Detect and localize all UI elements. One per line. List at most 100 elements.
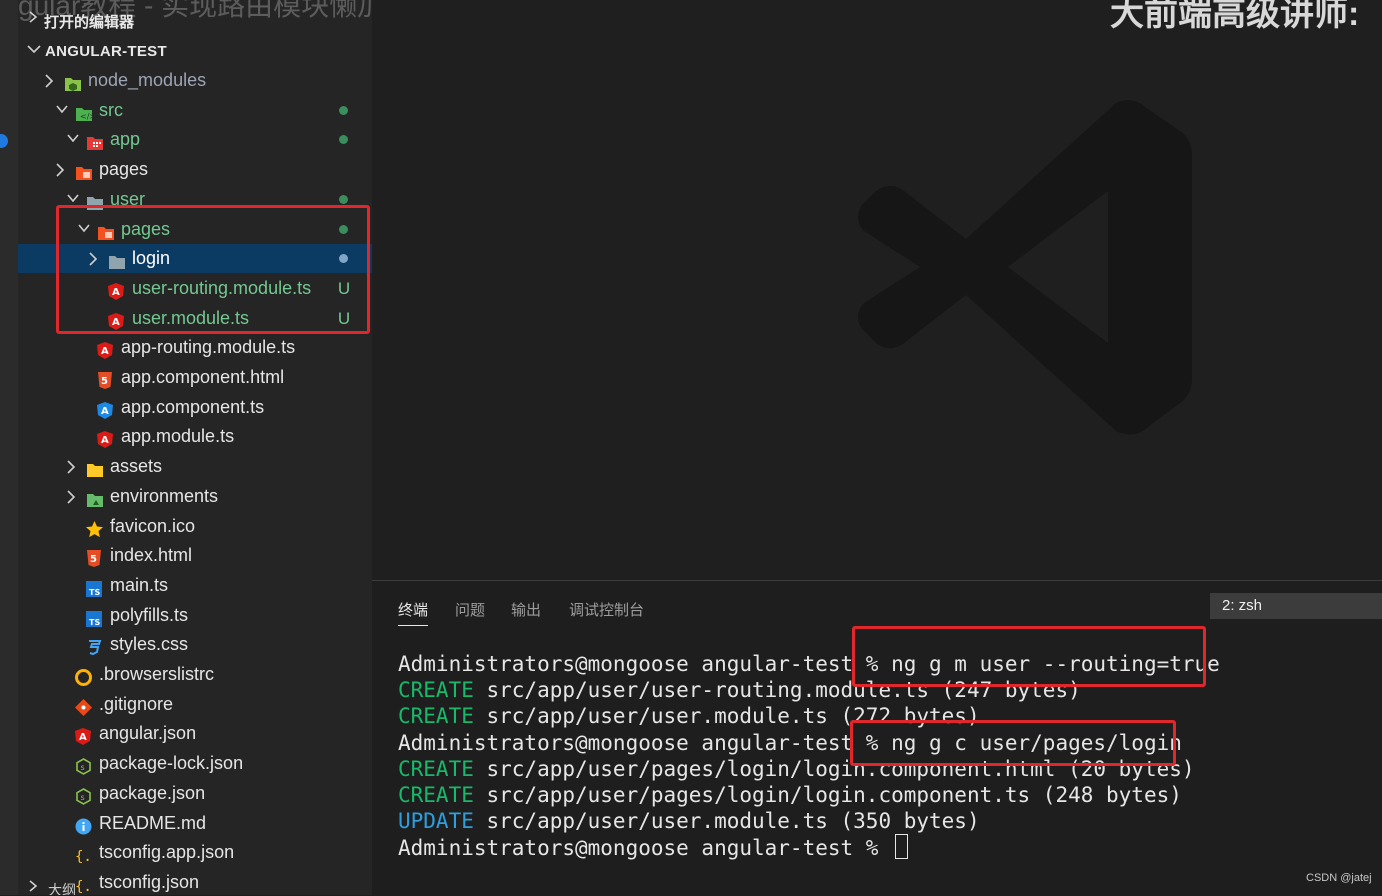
tree-item[interactable]: s package.json (18, 779, 372, 808)
tree-item-label: assets (110, 456, 163, 477)
terminal-cursor[interactable] (895, 834, 909, 860)
vscode-logo-icon (858, 100, 1192, 435)
html-icon: 5 (97, 369, 115, 389)
create-tag: CREATE (398, 704, 474, 729)
tree-item[interactable]: styles.css (18, 630, 372, 659)
tree-item-label: angular.json (99, 723, 197, 744)
tree-item[interactable]: Aapp.component.ts (18, 393, 372, 422)
svg-text:A: A (79, 732, 87, 743)
info-icon (75, 815, 93, 834)
tree-item[interactable]: Aapp.module.ts (18, 422, 372, 451)
tree-item-label: .browserslistrc (99, 664, 215, 684)
tree-item-label: package-lock.json (99, 753, 244, 774)
css-icon (86, 636, 104, 656)
ts-icon: TS (86, 577, 104, 597)
chevron-right-icon[interactable] (66, 452, 80, 481)
terminal-line: Administrators@mongoose angular-test % (398, 834, 1220, 861)
tree-item[interactable]: README.md (18, 809, 372, 838)
chevron-down-icon[interactable] (55, 96, 69, 125)
tree-item-label: app.component.html (121, 367, 285, 387)
update-tag: UPDATE (398, 809, 474, 834)
tree-item-label: node_modules (88, 70, 207, 90)
chevron-down-icon[interactable] (66, 125, 80, 154)
activity-badge[interactable] (0, 134, 8, 148)
editor-area: 大前端高级讲师: (372, 0, 1382, 580)
tree-item[interactable]: .gitignore (18, 690, 372, 719)
angular-icon: A (97, 428, 115, 449)
tree-item-label: app.component.ts (121, 396, 265, 417)
tree-item[interactable]: 5 app.component.html (18, 363, 372, 392)
tree-item-label: main.ts (110, 574, 169, 595)
project-root[interactable]: ANGULAR-TEST (18, 38, 372, 66)
html-icon: 5 (86, 547, 104, 568)
highlight-box-command-1 (852, 626, 1206, 687)
tree-item[interactable]: Aangular.json (18, 719, 372, 748)
tree-item-label: index.html (110, 545, 193, 566)
tree-item-label: src (99, 99, 123, 120)
tree-item-label: app.module.ts (121, 426, 235, 447)
chevron-down-icon (26, 42, 42, 59)
tree-item[interactable]: assets (18, 452, 372, 481)
terminal-select[interactable]: 2: zsh (1210, 593, 1382, 619)
tree-item[interactable]: TS polyfills.ts (18, 601, 372, 630)
chevron-right-icon (28, 9, 38, 29)
chevron-right-icon[interactable] (55, 155, 69, 184)
open-editors-label: 打开的编辑器 (44, 14, 135, 31)
chevron-right-icon[interactable] (66, 482, 80, 511)
project-name: ANGULAR-TEST (45, 43, 167, 60)
tree-item[interactable]: {..} tsconfig.app.json (18, 838, 372, 867)
tree-item-label: tsconfig.app.json (99, 842, 235, 863)
angular-icon: A (75, 725, 93, 746)
tree-item-label: app-routing.module.ts (121, 337, 296, 358)
git-icon (75, 696, 93, 716)
outline-label: 大纲 (48, 882, 76, 895)
tree-item[interactable]: environments (18, 482, 372, 511)
terminal-prompt: Administrators@mongoose angular-test % (398, 730, 892, 755)
chevron-right-icon (28, 878, 38, 895)
create-tag: CREATE (398, 756, 474, 781)
angular-icon: A (97, 339, 115, 360)
tree-item[interactable]: .browserslistrc (18, 660, 372, 689)
tree-item-label: README.md (99, 812, 207, 833)
tree-item[interactable]: s package-lock.json (18, 749, 372, 778)
folder-src-icon: </> (75, 102, 96, 121)
tab-terminal[interactable]: 终端 (398, 599, 429, 626)
tree-item-label: pages (99, 159, 149, 180)
tree-item[interactable]: 5 index.html (18, 541, 372, 570)
tree-item[interactable]: TS main.ts (18, 571, 372, 600)
tree-item[interactable]: </> src (18, 96, 372, 125)
open-editors-section[interactable]: 打开的编辑器 (18, 8, 372, 34)
tree-item-label: app (110, 129, 141, 150)
svg-text:A: A (101, 435, 109, 446)
tree-item-label: environments (110, 485, 219, 506)
folder-assets-icon (86, 458, 104, 478)
csdn-watermark: CSDN @jatej (1306, 872, 1372, 884)
tree-item[interactable]: favicon.ico (18, 512, 372, 541)
tab-debug-console[interactable]: 调试控制台 (569, 599, 644, 620)
svg-text:s: s (81, 793, 85, 802)
terminal-file-path: src/app/user/pages/login/login.component… (473, 783, 1182, 808)
terminal-line: UPDATE src/app/user/user.module.ts (350 … (398, 808, 1220, 834)
outline-section[interactable]: 大纲 (18, 880, 372, 895)
folder-app-icon (86, 131, 104, 151)
svg-text:A: A (101, 346, 109, 357)
terminal-line: CREATE src/app/user/pages/login/login.co… (398, 782, 1220, 808)
chevron-right-icon[interactable] (44, 66, 58, 95)
tab-output[interactable]: 输出 (511, 599, 541, 620)
tab-problems[interactable]: 问题 (455, 599, 485, 620)
tree-item[interactable]: node_modules (18, 66, 372, 95)
terminal-file-path: src/app/user/user.module.ts (350 bytes) (473, 809, 980, 834)
folder-pages-icon (75, 161, 93, 181)
create-tag: CREATE (398, 783, 474, 808)
tree-item[interactable]: pages (18, 155, 372, 184)
svg-text:s: s (81, 763, 85, 772)
tree-item[interactable]: app (18, 125, 372, 154)
folder-node-icon (64, 72, 82, 91)
star-icon (86, 518, 104, 537)
tree-item[interactable]: Aapp-routing.module.ts (18, 333, 372, 362)
highlight-box-user-module (56, 205, 370, 334)
svg-text:</>: </> (80, 112, 93, 121)
browserslist-icon (75, 666, 93, 686)
json-icon: {..} (75, 844, 109, 865)
create-tag: CREATE (398, 678, 474, 703)
